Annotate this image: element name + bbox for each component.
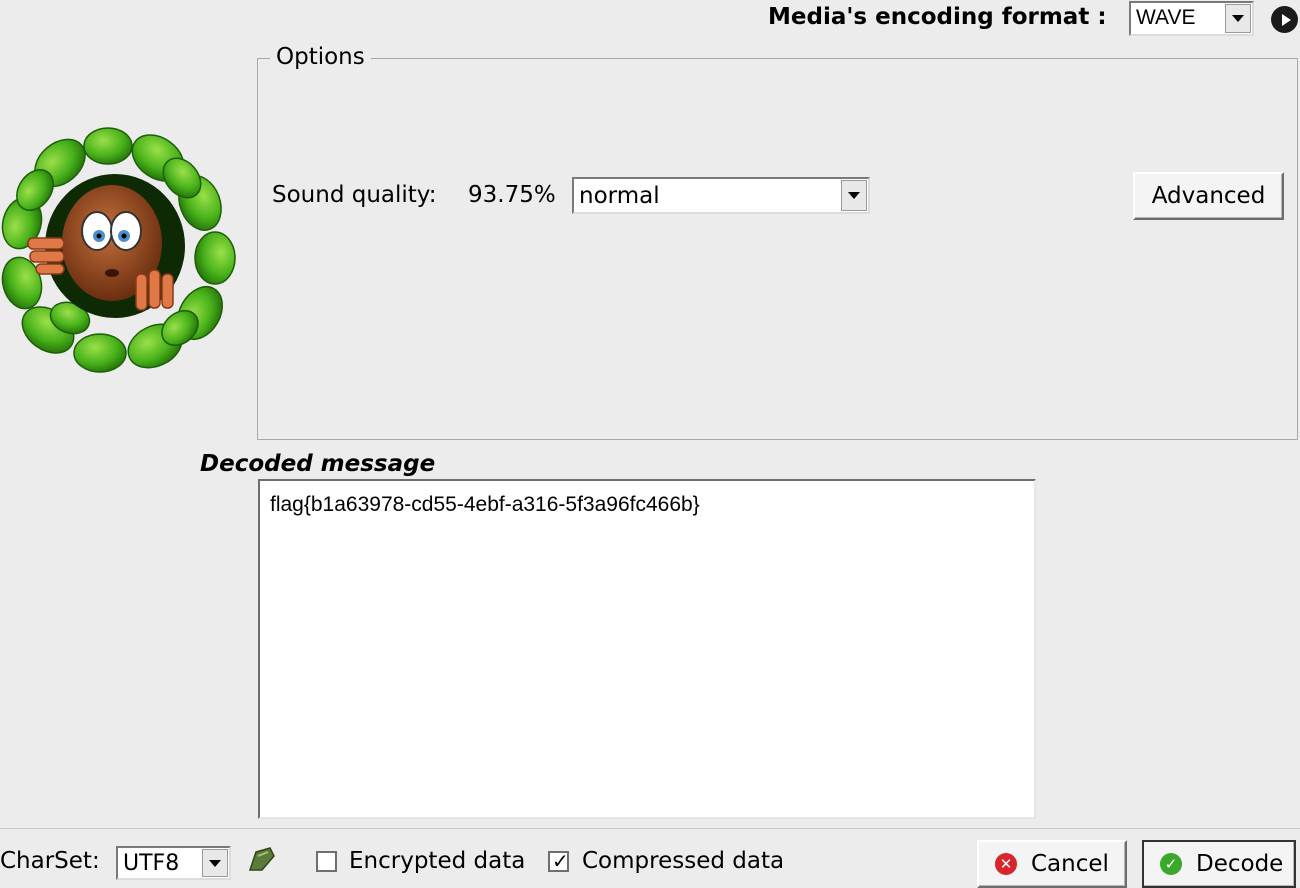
charset-label: CharSet: (0, 848, 100, 874)
cancel-icon: ✕ (995, 853, 1017, 875)
play-icon[interactable] (1271, 6, 1298, 33)
mascot-image (0, 118, 245, 373)
check-icon: ✓ (552, 849, 569, 873)
decode-label: Decode (1196, 851, 1284, 877)
encrypted-data-label: Encrypted data (349, 848, 526, 874)
compressed-data-checkbox[interactable]: ✓ (548, 849, 569, 873)
ok-icon: ✓ (1160, 853, 1182, 875)
options-group (257, 58, 1298, 440)
decoded-message-label: Decoded message (200, 451, 436, 477)
sound-quality-select[interactable]: normal (572, 177, 870, 214)
advanced-button[interactable]: Advanced (1133, 172, 1284, 220)
encoding-format-select[interactable]: WAVE (1129, 1, 1254, 36)
mascot-illustration (1, 127, 236, 373)
sound-quality-select-value: normal (579, 183, 660, 209)
footer-divider (0, 828, 1300, 829)
pencil-icon (248, 847, 275, 871)
cancel-label: Cancel (1031, 851, 1109, 877)
sound-quality-label: Sound quality: (272, 182, 437, 208)
chevron-down-icon[interactable] (202, 849, 228, 877)
encrypted-data-checkbox[interactable] (316, 851, 337, 872)
decoded-message-textarea[interactable]: flag{b1a63978-cd55-4ebf-a316-5f3a96fc466… (258, 479, 1036, 819)
encoding-format-value: WAVE (1136, 6, 1196, 29)
encoding-format-label: Media's encoding format : (768, 4, 1107, 30)
decode-button[interactable]: ✓ Decode (1142, 840, 1296, 888)
compressed-data-label: Compressed data (582, 848, 785, 874)
charset-settings-icon[interactable] (246, 846, 278, 872)
chevron-down-icon[interactable] (1225, 4, 1251, 33)
charset-value: UTF8 (123, 851, 180, 876)
chevron-down-icon[interactable] (841, 180, 867, 211)
sound-quality-value: 93.75% (468, 182, 556, 208)
cancel-button[interactable]: ✕ Cancel (977, 840, 1127, 888)
options-group-title: Options (270, 44, 371, 70)
charset-select[interactable]: UTF8 (116, 846, 231, 880)
